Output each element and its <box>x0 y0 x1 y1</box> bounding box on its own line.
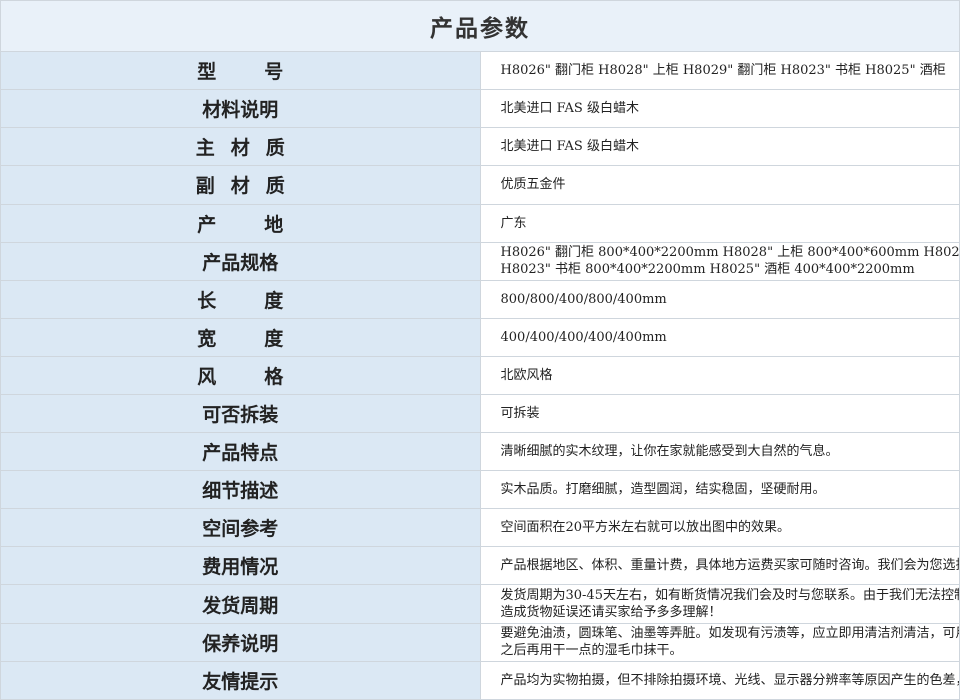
spec-label-cell: 空间参考 <box>0 508 481 548</box>
spec-value-line: 造成货物延误还请买家给予多多理解！ <box>500 605 722 620</box>
product-spec-table: 产品参数 型号 H8026" 翻门柜 H8028" 上柜 H8029" 翻门柜 H… <box>0 0 960 700</box>
spec-label-cell: 产品规格 <box>0 241 481 281</box>
spec-row: 宽度 400/400/400/400/400mm <box>0 317 960 357</box>
spec-value-line: 产品均为实物拍摄，但不排除拍摄环境、光线、显示器分辨率等原因产生的色差，具体颜色… <box>500 672 959 688</box>
spec-value-cell: 要避免油渍，圆珠笔、油墨等弄脏。如发现有污渍等，应立即用清洁剂清洁，可用干净的白… <box>479 622 960 662</box>
spec-value-line: H8023" 书柜 800*400*2200mm H8025" 酒柜 400*4… <box>500 262 915 278</box>
spec-label: 主材质 <box>195 137 301 160</box>
spec-value-line: 要避免油渍，圆珠笔、油墨等弄脏。如发现有污渍等，应立即用清洁剂清洁，可用干净的白… <box>500 626 959 642</box>
spec-label-cell: 产地 <box>0 203 481 243</box>
spec-row: 发货周期 发货周期为30-45天左右，如有断货情况我们会及时与您联系。由于我们无法… <box>0 584 960 624</box>
spec-label: 费用情况 <box>202 556 279 579</box>
spec-label: 产品特点 <box>202 442 279 465</box>
spec-value-cell: 400/400/400/400/400mm <box>479 317 960 357</box>
spec-label-cell: 副材质 <box>0 165 481 205</box>
spec-row: 产地 广东 <box>0 203 960 243</box>
spec-value-line: 北美进口 FAS 级白蜡木 <box>500 139 639 155</box>
spec-row: 细节描述 实木品质。打磨细腻，造型圆润，结实稳固，坚硬耐用。 <box>0 470 960 510</box>
spec-row: 保养说明 要避免油渍，圆珠笔、油墨等弄脏。如发现有污渍等，应立即用清洁剂清洁，可用… <box>0 622 960 662</box>
spec-label: 友情提示 <box>202 670 279 693</box>
spec-value-cell: 北欧风格 <box>479 355 960 395</box>
spec-label-cell: 友情提示 <box>0 660 481 700</box>
spec-row: 友情提示 产品均为实物拍摄，但不排除拍摄环境、光线、显示器分辨率等原因产生的色差，… <box>0 660 960 700</box>
spec-row: 风格 北欧风格 <box>0 355 960 395</box>
spec-value-line: 800/800/400/800/400mm <box>500 291 667 307</box>
spec-value-cell: 优质五金件 <box>479 165 960 205</box>
spec-value-cell: H8026" 翻门柜 800*400*2200mm H8028" 上柜 800*… <box>479 241 960 281</box>
spec-value-line: 发货周期为30-45天左右，如有断货情况我们会及时与您联系。由于我们无法控制物流… <box>500 588 959 603</box>
spec-label: 副材质 <box>195 175 301 198</box>
spec-value-cell: 可拆装 <box>479 393 960 434</box>
table-title: 产品参数 <box>0 0 960 53</box>
spec-label: 空间参考 <box>202 518 279 541</box>
spec-label: 材料说明 <box>202 99 279 122</box>
spec-label: 产地 <box>197 213 332 236</box>
spec-value-line: 可拆装 <box>500 406 540 422</box>
spec-label-cell: 费用情况 <box>0 546 481 586</box>
spec-value-line: 之后再用干一点的湿毛巾抹干。 <box>500 643 683 659</box>
spec-value-line: 广东 <box>500 215 527 231</box>
spec-row: 主材质 北美进口 FAS 级白蜡木 <box>0 127 960 167</box>
spec-label: 可否拆装 <box>202 404 279 427</box>
spec-value-cell: 空间面积在20平方米左右就可以放出图中的效果。 <box>479 508 960 548</box>
spec-label: 产品规格 <box>202 251 279 274</box>
spec-row: 长度 800/800/400/800/400mm <box>0 279 960 319</box>
spec-row: 空间参考 空间面积在20平方米左右就可以放出图中的效果。 <box>0 508 960 548</box>
spec-value-line: 北美进口 FAS 级白蜡木 <box>500 101 639 117</box>
spec-label-cell: 可否拆装 <box>0 393 481 434</box>
title-row: 产品参数 <box>0 0 960 53</box>
spec-value-cell: 广东 <box>479 203 960 243</box>
spec-value-cell: 产品均为实物拍摄，但不排除拍摄环境、光线、显示器分辨率等原因产生的色差，具体颜色… <box>479 660 960 700</box>
spec-row: 费用情况 产品根据地区、体积、重量计费，具体地方运费买家可随时咨询。我们会为您选择… <box>0 546 960 586</box>
spec-value-cell: 清晰细腻的实木纹理，让你在家就能感受到大自然的气息。 <box>479 432 960 472</box>
spec-label-cell: 产品特点 <box>0 432 481 472</box>
spec-value-cell: 北美进口 FAS 级白蜡木 <box>479 127 960 167</box>
spec-label: 长度 <box>197 289 332 312</box>
spec-label-cell: 保养说明 <box>0 622 481 662</box>
spec-row: 型号 H8026" 翻门柜 H8028" 上柜 H8029" 翻门柜 H8023"… <box>0 51 960 91</box>
spec-label-cell: 长度 <box>0 279 481 319</box>
spec-value-line: 优质五金件 <box>500 177 566 193</box>
spec-row: 副材质 优质五金件 <box>0 165 960 205</box>
spec-value-line: 空间面积在20平方米左右就可以放出图中的效果。 <box>500 520 791 536</box>
spec-value-line: 清晰细腻的实木纹理，让你在家就能感受到大自然的气息。 <box>500 444 839 460</box>
spec-label: 保养说明 <box>202 632 279 655</box>
spec-value-line: H8026" 翻门柜 800*400*2200mm H8028" 上柜 800*… <box>500 245 960 261</box>
spec-row: 产品特点 清晰细腻的实木纹理，让你在家就能感受到大自然的气息。 <box>0 432 960 472</box>
spec-label-cell: 型号 <box>0 51 481 91</box>
spec-value-line: 实木品质。打磨细腻，造型圆润，结实稳固，坚硬耐用。 <box>500 482 826 498</box>
spec-row: 可否拆装 可拆装 <box>0 393 960 434</box>
spec-value-line: 400/400/400/400/400mm <box>500 329 667 345</box>
spec-label: 发货周期 <box>202 594 279 617</box>
spec-label: 细节描述 <box>202 480 279 503</box>
spec-label-cell: 材料说明 <box>0 89 481 129</box>
spec-value-line: 北欧风格 <box>500 367 553 383</box>
spec-label-cell: 细节描述 <box>0 470 481 510</box>
spec-label: 风格 <box>197 365 332 388</box>
spec-row: 材料说明 北美进口 FAS 级白蜡木 <box>0 89 960 129</box>
spec-value-cell: 800/800/400/800/400mm <box>479 279 960 319</box>
spec-label-cell: 发货周期 <box>0 584 481 624</box>
spec-table-body: 产品参数 型号 H8026" 翻门柜 H8028" 上柜 H8029" 翻门柜 H… <box>0 0 960 700</box>
spec-row: 产品规格 H8026" 翻门柜 800*400*2200mm H8028" 上柜 … <box>0 241 960 281</box>
spec-value-cell: 发货周期为30-45天左右，如有断货情况我们会及时与您联系。由于我们无法控制物流… <box>479 584 960 624</box>
spec-label-cell: 宽度 <box>0 317 481 357</box>
spec-value-line: 产品根据地区、体积、重量计费，具体地方运费买家可随时咨询。我们会为您选择最实惠，… <box>500 558 960 574</box>
spec-value-cell: 产品根据地区、体积、重量计费，具体地方运费买家可随时咨询。我们会为您选择最实惠，… <box>479 546 960 586</box>
spec-label: 宽度 <box>197 327 332 350</box>
spec-value-line: H8026" 翻门柜 H8028" 上柜 H8029" 翻门柜 H8023" 书… <box>500 63 946 79</box>
spec-label-cell: 主材质 <box>0 127 481 167</box>
spec-value-cell: 北美进口 FAS 级白蜡木 <box>479 89 960 129</box>
spec-value-cell: H8026" 翻门柜 H8028" 上柜 H8029" 翻门柜 H8023" 书… <box>479 51 960 91</box>
spec-label-cell: 风格 <box>0 355 481 395</box>
spec-label: 型号 <box>197 61 332 84</box>
spec-value-cell: 实木品质。打磨细腻，造型圆润，结实稳固，坚硬耐用。 <box>479 470 960 510</box>
